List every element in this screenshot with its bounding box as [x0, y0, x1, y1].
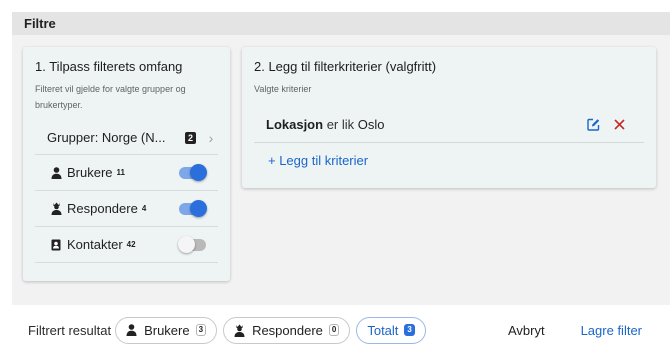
chip-label: Brukere: [144, 322, 190, 338]
brukere-toggle[interactable]: [179, 163, 207, 181]
criteria-operator: er lik: [326, 117, 355, 132]
responder-icon: [234, 324, 245, 337]
criteria-title: 2. Legg til filterkriterier (valgfritt): [254, 59, 437, 74]
user-type-label: Brukere: [67, 165, 113, 180]
filter-footer: Filtrert resultat Brukere 3 Respondere 0…: [0, 305, 670, 355]
contact-card-icon: [49, 239, 63, 251]
groups-label: Grupper: Norge (N...: [47, 130, 166, 145]
user-type-count: 4: [141, 204, 147, 213]
respondere-toggle[interactable]: [179, 199, 207, 217]
scope-subtitle: Filteret vil gjelde for valgte grupper o…: [35, 84, 186, 110]
user-type-count: 11: [116, 168, 125, 177]
chip-label: Respondere: [252, 322, 323, 338]
cancel-button[interactable]: Avbryt: [500, 319, 553, 342]
criteria-value: Oslo: [357, 117, 385, 132]
section-title: Filtre: [12, 12, 670, 35]
criteria-text: Lokasjon er lik Oslo: [266, 117, 580, 132]
groups-selector[interactable]: Grupper: Norge (N... 2 ›: [35, 121, 218, 155]
criteria-field: Lokasjon: [266, 117, 324, 132]
chip-count-badge: 3: [195, 324, 207, 336]
save-filter-button[interactable]: Lagre filter: [573, 319, 650, 342]
user-type-label: Respondere: [67, 201, 138, 216]
responder-icon: [49, 202, 63, 215]
close-icon[interactable]: [606, 119, 632, 130]
edit-icon[interactable]: [580, 118, 606, 131]
chip-count-badge: 3: [404, 324, 415, 336]
result-chip-brukere[interactable]: Brukere 3: [115, 316, 218, 344]
groups-count-badge: 2: [184, 131, 196, 144]
user-type-count: 42: [126, 240, 136, 249]
filtered-result-label: Filtrert resultat: [28, 322, 112, 338]
criteria-item: Lokasjon er lik Oslo: [254, 107, 644, 143]
user-type-row-respondere: Respondere 4: [35, 191, 218, 227]
user-type-row-brukere: Brukere 11: [35, 155, 218, 191]
add-criteria-button[interactable]: + Legg til kriterier: [268, 153, 368, 168]
scope-card: 1. Tilpass filterets omfang Filteret vil…: [23, 47, 230, 281]
criteria-subtitle: Valgte kriterier: [254, 84, 312, 94]
user-type-label: Kontakter: [67, 237, 123, 252]
user-icon: [49, 166, 63, 179]
chip-count-badge: 0: [328, 324, 340, 336]
chip-label: Totalt: [367, 322, 399, 338]
filter-panel: Filtre 1. Tilpass filterets omfang Filte…: [12, 12, 670, 305]
result-chip-respondere[interactable]: Respondere 0: [223, 316, 351, 344]
criteria-card: 2. Legg til filterkriterier (valgfritt) …: [242, 47, 656, 188]
result-chip-totalt[interactable]: Totalt 3: [356, 316, 426, 344]
user-icon: [126, 324, 137, 336]
chevron-right-icon: ›: [208, 129, 214, 146]
user-type-row-kontakter: Kontakter 42: [35, 227, 218, 263]
kontakter-toggle[interactable]: [178, 235, 206, 253]
scope-title: 1. Tilpass filterets omfang: [35, 59, 183, 74]
